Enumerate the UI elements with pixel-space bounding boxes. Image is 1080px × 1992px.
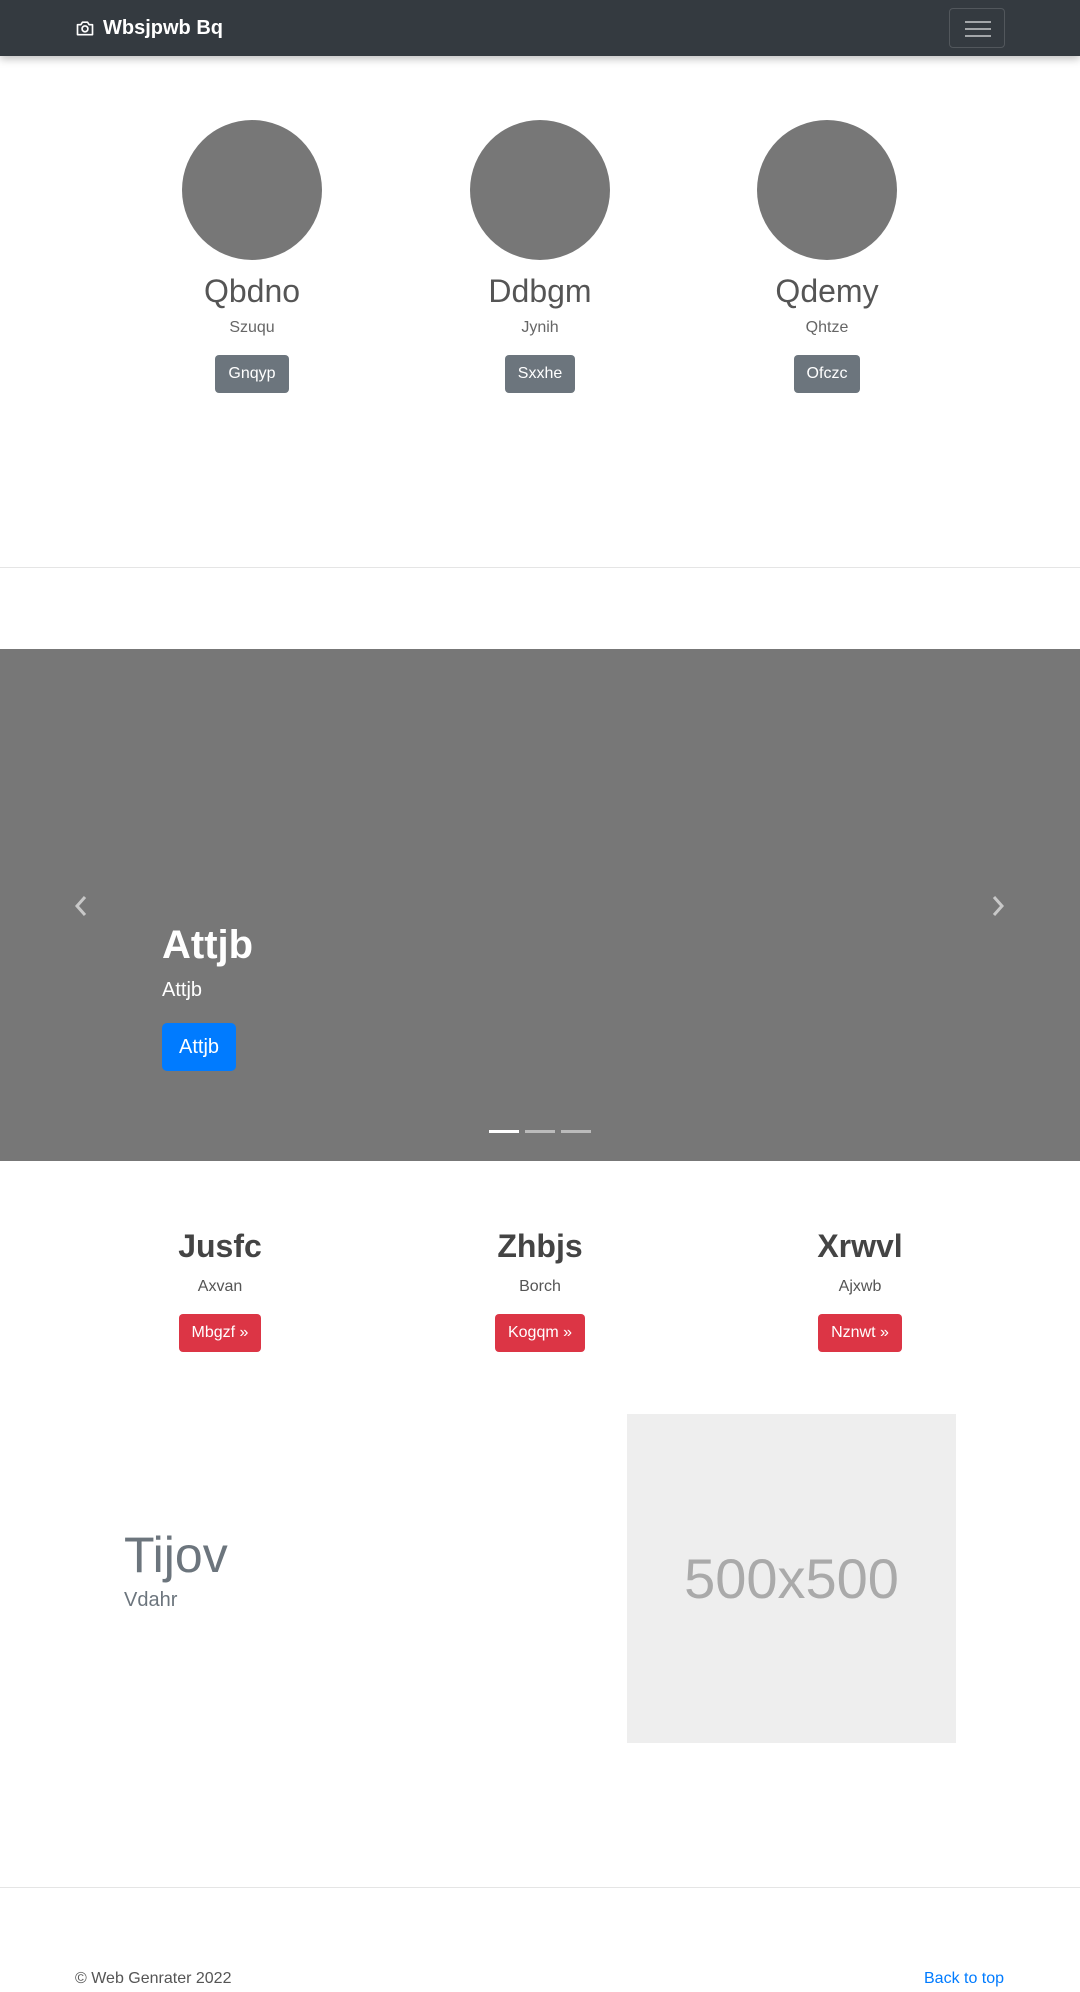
feature-subtitle: Axvan [197,1278,243,1295]
chevron-left-icon[interactable] [71,894,91,918]
member-name: Qbdno [203,273,301,309]
section-divider [0,567,1080,568]
footer-copyright: © Web Genrater 2022 [75,1970,232,1987]
back-to-top-link[interactable]: Back to top [924,1969,1004,1989]
navbar-toggler-button[interactable] [949,8,1005,48]
feature-column: Jusfc Axvan Mbgzf » [70,1226,370,1352]
footer-divider [0,1887,1080,1888]
camera-icon [76,21,94,36]
member-button[interactable]: Ofczc [793,355,861,393]
carousel-indicator[interactable] [489,1130,519,1133]
top-navbar: Wbsjpwb Bq [0,0,1080,56]
member-role: Jynih [521,319,559,336]
carousel-indicator[interactable] [561,1130,591,1133]
team-member: Qbdno Szuqu Gnqyp [122,120,382,393]
feature-subtitle: Ajxwb [838,1278,882,1295]
avatar [470,120,610,260]
featurette-image-placeholder: 500x500 [627,1414,956,1743]
feature-button[interactable]: Nznwt » [818,1314,902,1352]
feature-subtitle: Borch [519,1278,561,1295]
feature-title: Zhbjs [497,1228,583,1264]
chevron-right-icon[interactable] [988,894,1008,918]
member-name: Ddbgm [488,273,592,309]
placeholder-label: 500x500 [684,1547,899,1610]
avatar [757,120,897,260]
brand-name: Wbsjpwb Bq [103,16,223,39]
member-role: Szuqu [229,319,275,336]
carousel-indicators [489,1130,591,1133]
featurette-subtitle: Vdahr [124,1589,178,1611]
feature-title: Xrwvl [817,1228,903,1264]
feature-button[interactable]: Mbgzf » [178,1314,262,1352]
carousel-indicator[interactable] [525,1130,555,1133]
carousel-subtitle: Attjb [162,979,203,1001]
feature-button[interactable]: Kogqm » [494,1314,586,1352]
feature-column: Zhbjs Borch Kogqm » [390,1226,690,1352]
member-button[interactable]: Gnqyp [215,355,289,393]
featurette-title: Tijov [124,1527,228,1583]
member-button[interactable]: Sxxhe [504,355,576,393]
member-name: Qdemy [775,273,879,309]
brand-link[interactable]: Wbsjpwb Bq [75,0,223,56]
team-member: Qdemy Qhtze Ofczc [697,120,957,393]
team-member: Ddbgm Jynih Sxxhe [410,120,670,393]
feature-title: Jusfc [178,1228,262,1264]
avatar [182,120,322,260]
carousel-button[interactable]: Attjb [162,1023,237,1071]
carousel-title: Attjb [162,923,254,967]
member-role: Qhtze [805,319,849,336]
carousel-caption: Attjb Attjb Attjb [162,921,253,1071]
feature-column: Xrwvl Ajxwb Nznwt » [710,1226,1010,1352]
hero-carousel: Attjb Attjb Attjb [0,649,1080,1161]
